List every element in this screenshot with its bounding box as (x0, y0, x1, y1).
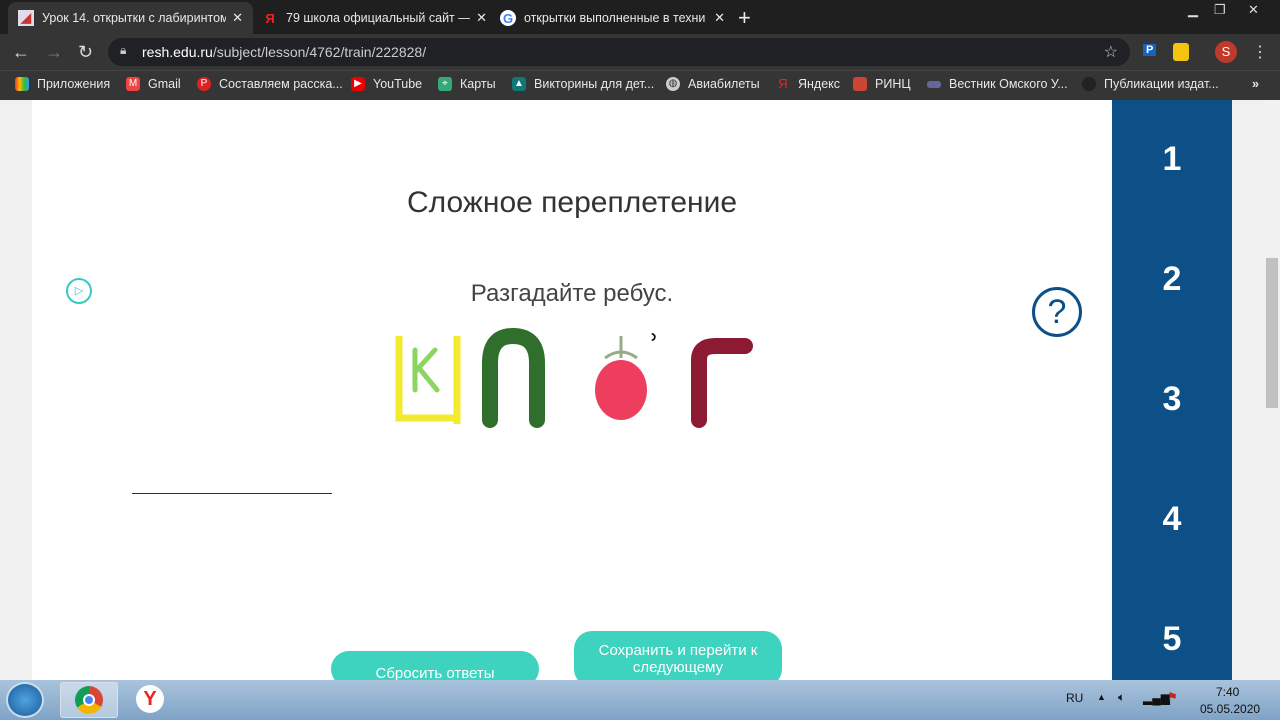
tab-google[interactable]: Gоткрытки выполненные в техни ✕ (490, 2, 735, 34)
rebus-letter-p (482, 328, 545, 428)
clock-time[interactable]: 7:40 (1216, 685, 1239, 699)
reload-icon[interactable]: ↻ (78, 42, 93, 63)
close-tab-icon[interactable]: ✕ (232, 10, 243, 26)
star-icon[interactable]: ☆ (1104, 42, 1118, 62)
close-tab-icon[interactable]: ✕ (476, 10, 487, 26)
forward-icon[interactable]: → (45, 42, 63, 63)
action-center-flag-icon[interactable]: ⚑ (1167, 690, 1178, 704)
maps-icon: ⌖ (438, 77, 452, 91)
yandex-icon: Я (265, 10, 275, 26)
task-navigation-sidebar: 1 2 3 4 5 (1112, 100, 1232, 680)
yandex-browser-icon: Y (136, 685, 164, 713)
bookmark-flights[interactable]: ◍ Авиабилеты (666, 77, 760, 91)
lock-icon: 🔒︎ (120, 43, 127, 57)
answer-input[interactable] (132, 493, 332, 494)
taskbar-yandex-browser[interactable]: Y (122, 682, 180, 718)
toolbar: ← → ↻ 🔒︎ resh.edu.ru/subject/lesson/4762… (0, 34, 1280, 70)
windows-taskbar: Y RU ▲ 🔈︎ ▂▄▆ ⚑ 7:40 05.05.2020 (0, 680, 1280, 720)
rebus-quotes: ,, (559, 392, 592, 428)
bookmark-vestnik[interactable]: Вестник Омского У... (927, 77, 1068, 91)
scrollbar-thumb[interactable] (1266, 258, 1278, 408)
language-indicator[interactable]: RU (1066, 691, 1083, 705)
task-number-4[interactable]: 4 (1112, 500, 1232, 539)
bookmark-yandex[interactable]: Я Яндекс (776, 76, 840, 92)
resh-icon: ◢ (18, 10, 34, 26)
tab-yandex[interactable]: Я 79 школа официальный сайт — ✕ (252, 2, 497, 34)
apps-grid-icon (15, 77, 29, 91)
bookmark-pinterest[interactable]: P Составляем расска... (197, 77, 343, 91)
back-icon[interactable]: ← (12, 42, 30, 63)
bookmark-quizzes[interactable]: ▲ Викторины для дет... (512, 77, 654, 91)
scrollbar[interactable] (1264, 100, 1280, 680)
task-number-3[interactable]: 3 (1112, 380, 1232, 419)
new-tab-button[interactable]: + (738, 5, 751, 31)
publications-icon (1082, 77, 1096, 91)
youtube-icon: ▶ (351, 77, 365, 91)
gmail-icon: M (126, 77, 140, 91)
graduation-cap-icon: ▲ (512, 77, 526, 91)
vestnik-icon (927, 80, 941, 88)
extension-p-icon[interactable]: P (1143, 44, 1157, 56)
extension-icon[interactable] (1173, 43, 1189, 61)
bookmark-youtube[interactable]: ▶ YouTube (351, 77, 422, 91)
network-icon[interactable]: ▂▄▆ (1143, 691, 1170, 705)
yandex-icon: Я (778, 76, 788, 91)
globe-icon: ◍ (666, 77, 680, 91)
tab-bar: ◢ Урок 14. открытки с лабиринтом ✕ Я 79 шко… (0, 0, 1280, 34)
bookmark-gmail[interactable]: M Gmail (126, 77, 181, 91)
profile-avatar[interactable]: S (1215, 41, 1237, 63)
page-title: Сложное переплетение (406, 186, 738, 219)
rinc-icon (853, 77, 867, 91)
task-text: Разгадайте ребус. (470, 280, 674, 307)
bookmark-publications[interactable]: Публикации издат... (1082, 77, 1219, 91)
bookmarks-bar: Приложения M Gmail P Составляем расска... … (0, 70, 1280, 100)
volume-icon[interactable]: 🔈︎ (1118, 690, 1125, 705)
task-number-5[interactable]: 5 (1112, 620, 1232, 659)
rebus-apostrophe: ʾ (650, 329, 659, 364)
start-button[interactable] (6, 682, 44, 718)
rebus-letter-ts-with-k (395, 336, 461, 424)
raspberry-icon (595, 336, 647, 420)
tab-resh[interactable]: ◢ Урок 14. открытки с лабиринтом ✕ (8, 2, 253, 34)
show-hidden-icons[interactable]: ▲ (1097, 692, 1106, 702)
pinterest-icon: P (197, 77, 211, 91)
task-number-1[interactable]: 1 (1112, 140, 1232, 179)
task-number-2[interactable]: 2 (1112, 260, 1232, 299)
bookmark-maps[interactable]: ⌖ Карты (438, 77, 496, 91)
address-bar[interactable]: 🔒︎ resh.edu.ru/subject/lesson/4762/train… (108, 38, 1130, 66)
restore-button[interactable]: ❐ (1214, 2, 1226, 18)
close-window-button[interactable]: ✕ (1248, 2, 1259, 18)
close-tab-icon[interactable]: ✕ (714, 10, 725, 26)
bookmark-apps[interactable]: Приложения (15, 77, 110, 91)
minimize-button[interactable]: ▁ (1188, 2, 1198, 18)
help-button[interactable]: ? (1032, 287, 1082, 337)
bookmark-rinc[interactable]: РИНЦ (853, 77, 911, 91)
google-icon: G (500, 10, 516, 26)
rebus-image: ,, ʾ (395, 328, 753, 428)
save-next-button[interactable]: Сохранить и перейти к следующему (574, 631, 782, 687)
taskbar-chrome[interactable] (60, 682, 118, 718)
clock-date[interactable]: 05.05.2020 (1200, 702, 1260, 716)
menu-icon[interactable]: ⋮ (1252, 42, 1268, 62)
rebus-letter-g (691, 338, 753, 428)
lesson-card: Сложное переплетение ▷ Разгадайте ребус.… (32, 100, 1112, 687)
bookmarks-overflow-icon[interactable]: » (1252, 77, 1259, 91)
